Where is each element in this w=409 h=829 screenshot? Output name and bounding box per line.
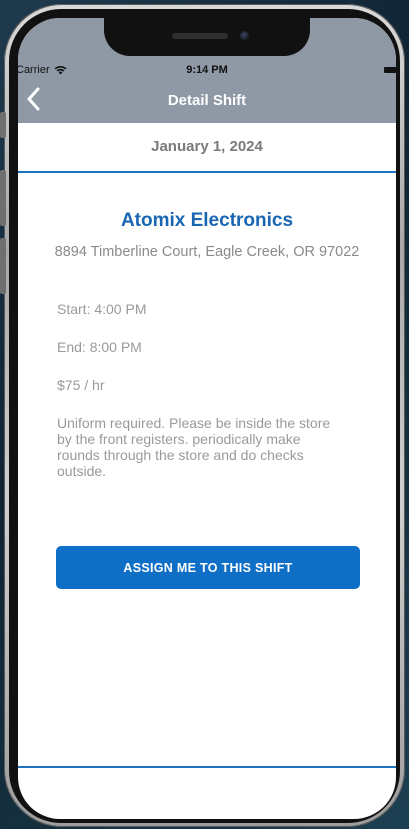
notch bbox=[104, 18, 310, 56]
company-address: 8894 Timberline Court, Eagle Creek, OR 9… bbox=[54, 244, 360, 260]
shift-start-time: Start: 4:00 PM bbox=[57, 301, 147, 317]
status-time: 9:14 PM bbox=[186, 64, 228, 76]
phone-side-button bbox=[0, 238, 6, 294]
top-bar: Carrier 9:14 PM Detail Shift bbox=[18, 18, 396, 123]
camera bbox=[240, 31, 250, 41]
speaker bbox=[172, 33, 228, 39]
bottom-divider bbox=[18, 766, 396, 768]
shift-notes: Uniform required. Please be inside the s… bbox=[57, 415, 331, 479]
screen: Carrier 9:14 PM Detail Shift January 1, … bbox=[18, 18, 396, 819]
nav-bar: Detail Shift bbox=[18, 86, 396, 116]
status-bar: Carrier 9:14 PM bbox=[18, 62, 396, 80]
assign-shift-button[interactable]: ASSIGN ME TO THIS SHIFT bbox=[56, 546, 360, 589]
page-title: Detail Shift bbox=[167, 92, 247, 109]
shift-end-time: End: 8:00 PM bbox=[57, 339, 142, 355]
phone-side-button bbox=[0, 170, 6, 226]
shift-rate: $75 / hr bbox=[57, 377, 105, 393]
phone-side-button bbox=[0, 112, 6, 138]
shift-date: January 1, 2024 bbox=[18, 123, 396, 173]
company-name: Atomix Electronics bbox=[120, 210, 294, 231]
battery-icon bbox=[384, 67, 396, 73]
